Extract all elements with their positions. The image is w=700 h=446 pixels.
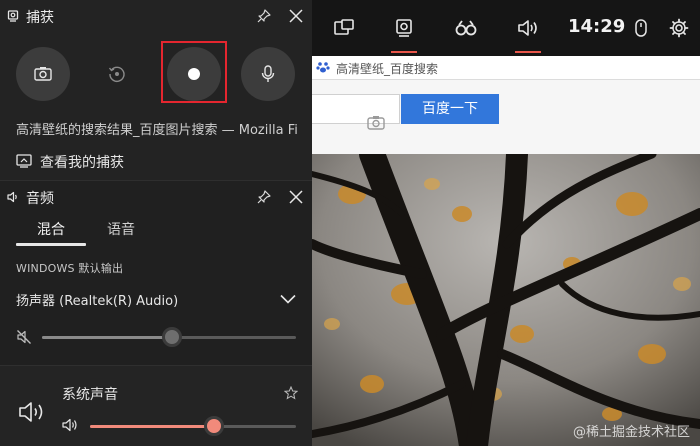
capture-header-icon <box>7 10 19 22</box>
record-button-highlight <box>161 41 227 103</box>
audio-widget-active-indicator <box>515 51 541 53</box>
search-input[interactable] <box>312 94 400 130</box>
capture-widget-button[interactable] <box>382 0 426 56</box>
app-volume-thumb[interactable] <box>203 416 224 436</box>
tree-branches-image <box>312 154 700 446</box>
audio-widget-button[interactable] <box>506 0 550 56</box>
gallery-icon <box>16 154 32 168</box>
audio-widget: 音频 混合 语音 WINDOWS 默认输出 扬声器 (Realtek(R) Au… <box>0 180 312 446</box>
tab-voice[interactable]: 语音 <box>107 219 135 239</box>
pin-icon[interactable] <box>256 189 272 205</box>
capture-header: 捕获 <box>0 0 312 32</box>
screenshot-button[interactable] <box>16 47 70 101</box>
binoculars-icon <box>455 20 477 36</box>
audio-header: 音频 <box>0 181 312 213</box>
replay-icon <box>108 66 125 83</box>
audio-tabs: 混合 语音 <box>0 215 312 247</box>
master-volume-thumb[interactable] <box>161 327 182 347</box>
pin-icon[interactable] <box>256 8 272 24</box>
camera-icon <box>34 67 52 81</box>
chevron-down-icon <box>280 294 296 304</box>
app-volume-item: 系统声音 <box>0 365 312 446</box>
microphone-toggle-button[interactable] <box>241 47 295 101</box>
record-last-30s-button[interactable] <box>90 47 144 101</box>
master-volume-fill <box>42 336 172 339</box>
view-my-captures-link[interactable]: 查看我的捕获 <box>0 145 312 178</box>
gear-icon <box>669 18 689 38</box>
selected-tab-indicator <box>16 243 86 246</box>
app-volume-slider[interactable] <box>90 425 296 428</box>
search-bar-row: 百度一下 <box>312 80 700 154</box>
audio-title: 音频 <box>26 191 54 207</box>
default-output-label: WINDOWS 默认输出 <box>16 262 124 275</box>
view-my-captures-label: 查看我的捕获 <box>40 155 124 171</box>
settings-button[interactable] <box>664 0 694 56</box>
speaker-icon[interactable] <box>62 418 78 432</box>
app-name: 系统声音 <box>62 387 118 403</box>
speaker-icon <box>518 20 537 36</box>
game-bar: 14:29 <box>312 0 700 56</box>
output-device-name: 扬声器 (Realtek(R) Audio) <box>16 294 179 309</box>
microphone-icon <box>261 65 275 82</box>
speaker-muted-icon[interactable] <box>16 329 32 345</box>
speaker-icon <box>7 191 17 203</box>
looking-for-group-button[interactable] <box>444 0 488 56</box>
star-icon[interactable] <box>284 386 298 400</box>
close-icon[interactable] <box>288 189 304 205</box>
mouse-icon <box>635 19 647 37</box>
search-button[interactable]: 百度一下 <box>401 94 499 124</box>
wallpaper-photo: @稀土掘金技术社区 <box>312 154 700 446</box>
capture-target-title: 高清壁纸的搜索结果_百度图片搜索 — Mozilla Firefox <box>16 123 298 138</box>
system-sounds-icon <box>19 402 43 422</box>
camera-icon[interactable] <box>367 115 385 131</box>
capture-widget-icon <box>396 19 412 37</box>
browser-window: 高清壁纸_百度搜索 百度一下 @稀土掘金技术社区 <box>312 0 700 446</box>
baidu-paw-icon <box>316 62 330 73</box>
clock: 14:29 <box>568 16 626 37</box>
widget-menu-button[interactable] <box>322 0 366 56</box>
tab-mix[interactable]: 混合 <box>37 219 65 239</box>
app-volume-fill <box>90 425 214 428</box>
capture-widget: 捕获 高清壁纸的搜索结果_百度图片搜索 — Mozilla Fi 查看我的捕获 <box>0 0 312 180</box>
output-device-select[interactable]: 扬声器 (Realtek(R) Audio) <box>0 285 312 313</box>
watermark: @稀土掘金技术社区 <box>572 425 690 440</box>
mouse-button[interactable] <box>630 0 652 56</box>
capture-title: 捕获 <box>26 10 54 26</box>
browser-tab-title[interactable]: 高清壁纸_百度搜索 <box>336 60 438 77</box>
capture-widget-active-indicator <box>391 51 417 53</box>
widget-panel: 捕获 高清壁纸的搜索结果_百度图片搜索 — Mozilla Fi 查看我的捕获 … <box>0 0 312 446</box>
widget-menu-icon <box>334 19 354 35</box>
close-icon[interactable] <box>288 8 304 24</box>
